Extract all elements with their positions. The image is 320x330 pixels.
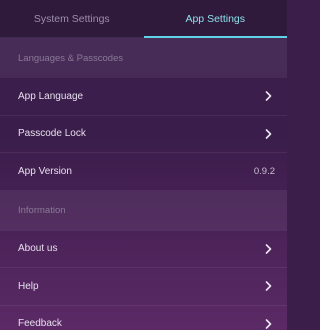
tab-app-settings[interactable]: App Settings bbox=[143, 0, 288, 38]
app-language-row[interactable]: App Language bbox=[0, 78, 287, 116]
app-version-label: App Version bbox=[18, 165, 72, 177]
section-header-languages: Languages & Passcodes bbox=[0, 38, 287, 78]
help-label: Help bbox=[18, 280, 39, 292]
feedback-row[interactable]: Feedback bbox=[0, 306, 287, 330]
app-language-label: App Language bbox=[18, 90, 84, 102]
passcode-lock-row[interactable]: Passcode Lock bbox=[0, 116, 287, 153]
feedback-label: Feedback bbox=[18, 318, 62, 330]
about-us-label: About us bbox=[18, 243, 58, 255]
about-us-row[interactable]: About us bbox=[0, 231, 287, 268]
settings-screen: System Settings App Settings Languages &… bbox=[0, 0, 287, 330]
passcode-lock-label: Passcode Lock bbox=[18, 128, 86, 140]
chevron-right-icon bbox=[261, 242, 275, 256]
chevron-right-icon bbox=[261, 89, 275, 103]
section-header-information: Information bbox=[0, 190, 287, 231]
settings-tab-bar: System Settings App Settings bbox=[0, 0, 287, 38]
chevron-right-icon bbox=[261, 127, 275, 141]
app-version-row: App Version 0.9.2 bbox=[0, 153, 287, 191]
chevron-right-icon bbox=[261, 317, 275, 330]
help-row[interactable]: Help bbox=[0, 268, 287, 306]
tab-system-settings[interactable]: System Settings bbox=[0, 0, 144, 37]
app-version-value: 0.9.2 bbox=[253, 165, 275, 177]
chevron-right-icon bbox=[261, 279, 275, 293]
